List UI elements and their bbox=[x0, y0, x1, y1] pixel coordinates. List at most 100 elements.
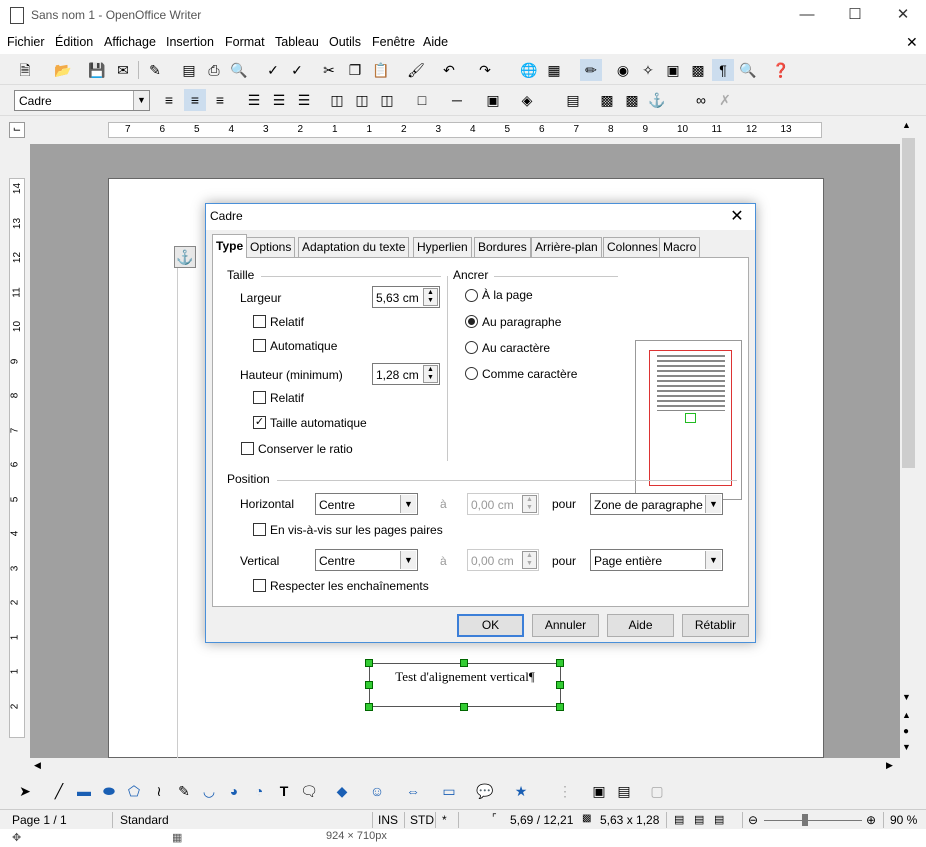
cut-icon[interactable]: ✂ bbox=[318, 59, 340, 81]
resize-handle[interactable] bbox=[365, 681, 373, 689]
horizontal-select[interactable]: Centre ▼ bbox=[315, 493, 418, 515]
relatif-hauteur-checkbox[interactable] bbox=[253, 391, 266, 404]
align-bottom-icon[interactable]: ≡ bbox=[209, 89, 231, 111]
automatique-checkbox[interactable] bbox=[253, 339, 266, 352]
resize-handle[interactable] bbox=[556, 681, 564, 689]
horizontal-ruler[interactable]: 7 6 5 4 3 2 1 1 2 3 4 5 6 7 8 9 10 11 12 13 bbox=[108, 122, 822, 138]
dialog-close-icon[interactable]: ✕ bbox=[725, 206, 749, 226]
tab-options[interactable]: Options bbox=[246, 237, 296, 257]
frame-properties-icon[interactable]: ▤ bbox=[562, 89, 584, 111]
multi-page-view-icon[interactable]: ▤ bbox=[694, 813, 704, 826]
borders-icon[interactable]: □ bbox=[411, 89, 433, 111]
vertical-scrollbar[interactable]: ▲ ▼ ▲ ● ▼ bbox=[900, 118, 917, 758]
tab-type[interactable]: Type bbox=[212, 234, 248, 258]
border-color-icon[interactable]: ▣ bbox=[482, 89, 504, 111]
navigation-icon[interactable]: ● bbox=[903, 726, 909, 737]
scroll-down-icon[interactable]: ▼ bbox=[902, 692, 911, 702]
copy-icon[interactable]: ❐ bbox=[344, 59, 366, 81]
spinner-icon[interactable]: ▲ ▼ bbox=[423, 288, 438, 306]
callouts-icon[interactable]: 💬 bbox=[474, 780, 496, 802]
next-page-icon[interactable]: ▼ bbox=[902, 742, 911, 752]
menu-fichier[interactable]: Fichier bbox=[7, 35, 45, 49]
tab-hyperlien[interactable]: Hyperlien bbox=[413, 237, 472, 257]
wrap-off-icon[interactable]: ◫ bbox=[326, 89, 348, 111]
ancrer-comme-caractere-radio[interactable] bbox=[465, 367, 478, 380]
conserver-ratio-checkbox[interactable] bbox=[241, 442, 254, 455]
scroll-up-icon[interactable]: ▲ bbox=[902, 120, 911, 130]
polygon-icon[interactable]: ⬠ bbox=[123, 780, 145, 802]
insert-mode[interactable]: INS bbox=[378, 813, 398, 827]
navigator-compass-icon[interactable]: ✧ bbox=[637, 59, 659, 81]
zoom-slider-thumb[interactable] bbox=[802, 814, 808, 826]
points-icon[interactable]: ⋮ bbox=[554, 780, 576, 802]
redo-icon[interactable]: ↷ bbox=[474, 59, 496, 81]
tab-macro[interactable]: Macro bbox=[659, 237, 701, 257]
resize-handle[interactable] bbox=[460, 703, 468, 711]
freeform-icon[interactable]: ✎ bbox=[173, 780, 195, 802]
paste-icon[interactable]: 📋 bbox=[370, 59, 392, 81]
arc-icon[interactable]: ◡ bbox=[198, 780, 220, 802]
help-icon[interactable]: ❓ bbox=[770, 59, 792, 81]
vis-a-vis-checkbox[interactable] bbox=[253, 523, 266, 536]
chevron-down-icon[interactable]: ▼ bbox=[705, 495, 721, 513]
tab-bordures[interactable]: Bordures bbox=[474, 237, 531, 257]
data-sources-icon[interactable]: ▩ bbox=[687, 59, 709, 81]
style-selector[interactable]: Cadre ▼ bbox=[14, 90, 150, 111]
respecter-enchainements-checkbox[interactable] bbox=[253, 579, 266, 592]
vertical-reference-select[interactable]: Page entière ▼ bbox=[590, 549, 723, 571]
zoom-slider[interactable] bbox=[764, 820, 862, 821]
undo-icon[interactable]: ↶ bbox=[438, 59, 460, 81]
maximize-icon[interactable]: ☐ bbox=[832, 0, 878, 32]
spellcheck-icon[interactable]: ✓ bbox=[262, 59, 284, 81]
book-view-icon[interactable]: ▤ bbox=[714, 813, 724, 826]
stars-icon[interactable]: ★ bbox=[510, 780, 532, 802]
zoom-icon[interactable]: 🔍 bbox=[737, 59, 759, 81]
largeur-spinbox[interactable]: 5,63 cm ▲ ▼ bbox=[372, 286, 440, 308]
new-document-icon[interactable]: 🗎 bbox=[14, 59, 36, 81]
close-document-icon[interactable]: ✕ bbox=[906, 34, 918, 51]
find-binoculars-icon[interactable]: ◉ bbox=[612, 59, 634, 81]
formatting-marks-icon[interactable]: ¶ bbox=[712, 59, 734, 81]
text-frame[interactable]: Test d'alignement vertical¶ bbox=[369, 663, 561, 707]
ancrer-page-radio[interactable] bbox=[465, 289, 478, 302]
anchor-icon[interactable]: ⚓ bbox=[646, 89, 668, 111]
curve-icon[interactable]: ≀ bbox=[148, 780, 170, 802]
edit-file-icon[interactable]: ✎ bbox=[144, 59, 166, 81]
minimize-icon[interactable]: — bbox=[784, 0, 830, 32]
scroll-left-icon[interactable]: ◀ bbox=[34, 760, 41, 771]
select-arrow-icon[interactable]: ➤ bbox=[14, 780, 36, 802]
menu-tableau[interactable]: Tableau bbox=[275, 35, 319, 49]
menu-insertion[interactable]: Insertion bbox=[166, 35, 214, 49]
taille-automatique-checkbox[interactable]: ✓ bbox=[253, 416, 266, 429]
selection-mode[interactable]: STD bbox=[410, 813, 434, 827]
vertical-scroll-thumb[interactable] bbox=[902, 138, 915, 468]
spinner-icon[interactable]: ▲ ▼ bbox=[522, 495, 537, 513]
resize-handle[interactable] bbox=[460, 659, 468, 667]
rectangle-icon[interactable]: ▬ bbox=[73, 780, 95, 802]
zoom-in-icon[interactable]: ⊕ bbox=[866, 813, 876, 827]
tab-arriere-plan[interactable]: Arrière-plan bbox=[531, 237, 602, 257]
single-page-view-icon[interactable]: ▤ bbox=[674, 813, 684, 826]
print-preview-icon[interactable]: 🔍 bbox=[228, 59, 250, 81]
relatif-largeur-checkbox[interactable] bbox=[253, 315, 266, 328]
link-frames-icon[interactable]: ∞ bbox=[690, 89, 712, 111]
align-right-icon[interactable]: ☰ bbox=[293, 89, 315, 111]
tab-adaptation-du-texte[interactable]: Adaptation du texte bbox=[298, 237, 410, 257]
email-icon[interactable]: ✉ bbox=[112, 59, 134, 81]
chevron-down-icon[interactable]: ▼ bbox=[133, 91, 149, 110]
resize-handle[interactable] bbox=[365, 659, 373, 667]
from-file-icon[interactable]: ▤ bbox=[613, 780, 635, 802]
autospell-icon[interactable]: ✓ bbox=[286, 59, 308, 81]
horizontal-scrollbar[interactable]: ◀ ▶ bbox=[30, 758, 900, 775]
resize-handle[interactable] bbox=[365, 703, 373, 711]
menu-fenetre[interactable]: Fenêtre bbox=[372, 35, 415, 49]
send-to-back-icon[interactable]: ▩ bbox=[621, 89, 643, 111]
menu-affichage[interactable]: Affichage bbox=[104, 35, 156, 49]
save-icon[interactable]: 💾 bbox=[86, 59, 108, 81]
gallery-icon[interactable]: ▣ bbox=[662, 59, 684, 81]
zoom-level[interactable]: 90 % bbox=[890, 813, 917, 827]
tab-stop-selector[interactable]: ⌙ bbox=[9, 122, 25, 138]
zoom-out-icon[interactable]: ⊖ bbox=[748, 813, 758, 827]
align-top-icon[interactable]: ≡ bbox=[158, 89, 180, 111]
annuler-button[interactable]: Annuler bbox=[532, 614, 599, 637]
